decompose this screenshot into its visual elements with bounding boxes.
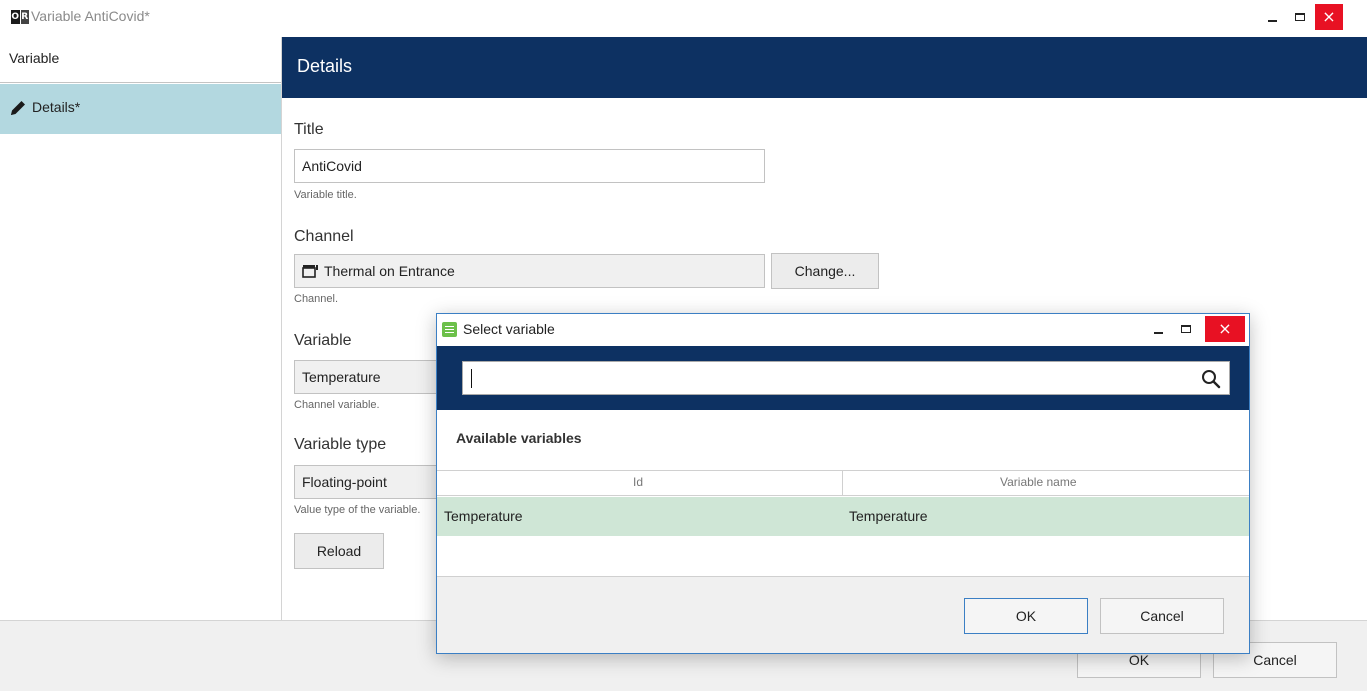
list-icon <box>442 322 457 337</box>
dialog-footer: OK Cancel <box>437 576 1249 653</box>
details-title: Details <box>297 56 353 76</box>
window-minimize-button[interactable] <box>1258 4 1286 30</box>
window-title: Variable AntiCovid* <box>31 8 150 24</box>
window-titlebar: O R Variable AntiCovid* × <box>0 0 1367 37</box>
variable-label: Variable <box>294 332 352 349</box>
app-logo-letter: R <box>20 10 29 24</box>
app-logo-letter: O <box>11 10 20 24</box>
sidebar-divider <box>281 37 282 620</box>
app-logo-icon: O R <box>11 10 29 24</box>
minimize-icon <box>1267 20 1277 22</box>
pencil-icon <box>11 101 25 115</box>
reload-button[interactable]: Reload <box>294 533 384 569</box>
change-channel-button[interactable]: Change... <box>771 253 879 289</box>
close-icon: × <box>1322 7 1336 26</box>
title-hint: Variable title. <box>294 189 357 201</box>
sidebar-item-details[interactable]: Details* <box>0 84 281 134</box>
dialog-titlebar: Select variable × <box>437 314 1249 346</box>
cell-id: Temperature <box>444 508 523 524</box>
maximize-icon <box>1181 325 1191 333</box>
channel-value: Thermal on Entrance <box>324 263 455 279</box>
variable-search-input[interactable] <box>462 361 1230 395</box>
text-caret <box>471 369 472 388</box>
variable-type-label: Variable type <box>294 436 387 453</box>
minimize-icon <box>1153 332 1163 334</box>
table-row[interactable]: Temperature Temperature <box>437 497 1249 536</box>
window-close-button[interactable]: × <box>1315 4 1343 30</box>
variable-hint: Channel variable. <box>294 399 380 411</box>
cell-variable-name: Temperature <box>849 508 928 524</box>
sidebar-header-label: Variable <box>9 50 60 66</box>
dialog-minimize-button[interactable] <box>1144 316 1172 342</box>
channel-hint: Channel. <box>294 293 339 305</box>
title-label: Title <box>294 121 324 138</box>
column-header-id[interactable]: Id <box>633 475 643 489</box>
close-icon: × <box>1218 319 1232 338</box>
column-separator[interactable] <box>842 471 843 495</box>
title-input[interactable]: AntiCovid <box>294 149 765 183</box>
select-variable-dialog: Select variable × Available variables Id… <box>436 313 1250 654</box>
sidebar-item-label: Details* <box>32 99 81 115</box>
search-icon[interactable] <box>1201 369 1221 389</box>
maximize-icon <box>1295 13 1305 21</box>
channel-label: Channel <box>294 228 354 245</box>
dialog-title: Select variable <box>463 321 555 337</box>
dialog-cancel-button[interactable]: Cancel <box>1100 598 1224 634</box>
dialog-maximize-button[interactable] <box>1172 316 1200 342</box>
column-header-variable-name[interactable]: Variable name <box>1000 475 1077 489</box>
details-header: Details <box>282 37 1367 98</box>
window-maximize-button[interactable] <box>1286 4 1314 30</box>
table-header: Id Variable name <box>437 470 1249 496</box>
available-variables-heading: Available variables <box>456 430 582 446</box>
channel-field: Thermal on Entrance <box>294 254 765 288</box>
sidebar-header: Variable <box>0 37 281 83</box>
channel-camera-icon <box>302 265 318 278</box>
dialog-close-button[interactable]: × <box>1205 316 1245 342</box>
dialog-search-band <box>437 346 1249 410</box>
dialog-ok-button[interactable]: OK <box>964 598 1088 634</box>
variable-type-hint: Value type of the variable. <box>294 504 421 516</box>
